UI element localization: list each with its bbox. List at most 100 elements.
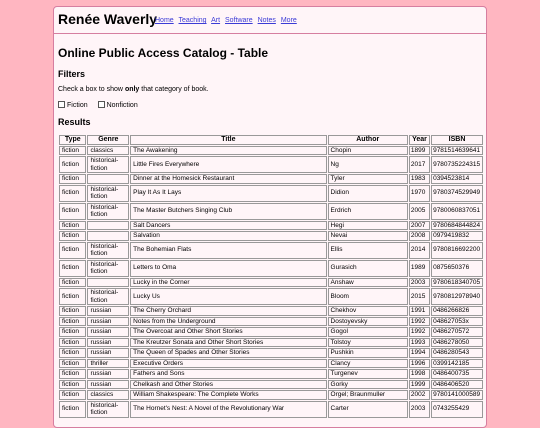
- author-cell: Dostoyevsky: [327, 316, 408, 326]
- author-cell: Bloom: [327, 288, 408, 305]
- genre-cell: russian: [87, 337, 130, 347]
- genre-cell: russian: [87, 348, 130, 358]
- title-cell: Salvation: [130, 231, 327, 241]
- author-cell: Nevai: [327, 231, 408, 241]
- type-cell: fiction: [59, 156, 87, 173]
- filters-heading: Filters: [58, 69, 86, 79]
- year-cell: 2005: [408, 202, 431, 220]
- type-cell: fiction: [59, 348, 87, 358]
- year-cell: 1996: [408, 358, 431, 368]
- title-cell: The Overcoat and Other Short Stories: [130, 327, 327, 337]
- isbn-cell: 0394523814: [431, 174, 483, 184]
- main-content: Online Public Access Catalog - Table Fil…: [54, 46, 486, 419]
- title-cell: Lucky Us: [130, 288, 327, 305]
- isbn-cell: 9780618340705: [431, 277, 483, 287]
- year-cell: 1970: [408, 184, 431, 202]
- nav-link-software[interactable]: Software: [225, 17, 253, 24]
- type-cell: fiction: [59, 184, 87, 202]
- author-cell: Chopin: [327, 145, 408, 155]
- table-row: fiction thriller Executive Orders Clancy 199…: [59, 358, 483, 368]
- column-header-genre: Genre: [87, 135, 130, 145]
- table-row: fiction Salvation Nevai 2008 0979419832: [59, 231, 483, 241]
- genre-cell: classics: [87, 390, 130, 400]
- year-cell: 2002: [408, 390, 431, 400]
- genre-cell: historical-fiction: [87, 400, 130, 418]
- results-table: Type Genre Title Author Year ISBN fictio…: [58, 134, 484, 419]
- site-nav: Home Teaching Art Software Notes More: [155, 17, 300, 24]
- author-cell: Chekhov: [327, 306, 408, 316]
- column-header-title: Title: [130, 135, 327, 145]
- isbn-cell: 9781514639641: [431, 145, 483, 155]
- type-cell: fiction: [59, 306, 87, 316]
- author-cell: Gorky: [327, 379, 408, 389]
- page-card: Renée Waverly Home Teaching Art Software…: [53, 6, 487, 428]
- isbn-cell: 9780735224315: [431, 156, 483, 173]
- isbn-cell: 9780374529949: [431, 184, 483, 202]
- table-row: fiction historical-fiction Letters to Oma G…: [59, 259, 483, 277]
- author-cell: Orgel; Braunmuller: [327, 390, 408, 400]
- year-cell: 2007: [408, 220, 431, 230]
- author-cell: Gurasich: [327, 259, 408, 277]
- author-cell: Tolstoy: [327, 337, 408, 347]
- author-cell: Didion: [327, 184, 408, 202]
- author-cell: Tyler: [327, 174, 408, 184]
- nav-link-home[interactable]: Home: [155, 17, 174, 24]
- site-header: Renée Waverly Home Teaching Art Software…: [54, 7, 486, 34]
- year-cell: 2008: [408, 231, 431, 241]
- type-cell: fiction: [59, 241, 87, 259]
- title-cell: The Hornet's Nest: A Novel of the Revolu…: [130, 400, 327, 418]
- author-cell: Ellis: [327, 241, 408, 259]
- nonfiction-checkbox[interactable]: [97, 101, 105, 108]
- type-cell: fiction: [59, 327, 87, 337]
- type-cell: fiction: [59, 358, 87, 368]
- isbn-cell: 0486266826: [431, 306, 483, 316]
- table-row: fiction russian The Overcoat and Other Sho…: [59, 327, 483, 337]
- fiction-filter-label: Fiction: [67, 102, 88, 109]
- genre-cell: russian: [87, 316, 130, 326]
- nav-link-teaching[interactable]: Teaching: [179, 17, 207, 24]
- title-cell: The Cherry Orchard: [130, 306, 327, 316]
- genre-cell: [87, 277, 130, 287]
- title-cell: Chelkash and Other Stories: [130, 379, 327, 389]
- table-row: fiction classics The Awakening Chopin 1899 97…: [59, 145, 483, 155]
- isbn-cell: 0486278050: [431, 337, 483, 347]
- year-cell: 2014: [408, 241, 431, 259]
- genre-cell: historical-fiction: [87, 184, 130, 202]
- title-cell: The Kreutzer Sonata and Other Short Stor…: [130, 337, 327, 347]
- table-row: fiction russian Fathers and Sons Turgenev 19…: [59, 369, 483, 379]
- genre-cell: historical-fiction: [87, 259, 130, 277]
- nav-link-notes[interactable]: Notes: [258, 17, 276, 24]
- genre-cell: [87, 174, 130, 184]
- year-cell: 2003: [408, 277, 431, 287]
- genre-cell: thriller: [87, 358, 130, 368]
- year-cell: 1992: [408, 316, 431, 326]
- nonfiction-filter[interactable]: Nonfiction: [97, 101, 138, 109]
- title-cell: Little Fires Everywhere: [130, 156, 327, 173]
- year-cell: 2015: [408, 288, 431, 305]
- fiction-checkbox[interactable]: [58, 101, 65, 108]
- genre-cell: [87, 231, 130, 241]
- nav-link-art[interactable]: Art: [211, 17, 220, 24]
- isbn-cell: 048627053x: [431, 316, 483, 326]
- type-cell: fiction: [59, 400, 87, 418]
- title-cell: The Awakening: [130, 145, 327, 155]
- table-row: fiction historical-fiction Play It As It L…: [59, 184, 483, 202]
- type-cell: fiction: [59, 337, 87, 347]
- title-cell: Salt Dancers: [130, 220, 327, 230]
- year-cell: 1899: [408, 145, 431, 155]
- table-row: fiction russian Notes from the Underground…: [59, 316, 483, 326]
- title-cell: Lucky in the Corner: [130, 277, 327, 287]
- type-cell: fiction: [59, 231, 87, 241]
- author-cell: Hegi: [327, 220, 408, 230]
- type-cell: fiction: [59, 259, 87, 277]
- type-cell: fiction: [59, 174, 87, 184]
- author-cell: Pushkin: [327, 348, 408, 358]
- table-body: fiction classics The Awakening Chopin 1899 97…: [59, 145, 483, 418]
- table-row: fiction Dinner at the Homesick Restaurant…: [59, 174, 483, 184]
- table-row: fiction historical-fiction The Hornet's Ne…: [59, 400, 483, 418]
- table-row: fiction historical-fiction The Master Butc…: [59, 202, 483, 220]
- table-row: fiction russian The Kreutzer Sonata and Ot…: [59, 337, 483, 347]
- nav-link-more[interactable]: More: [281, 17, 297, 24]
- year-cell: 1991: [408, 306, 431, 316]
- fiction-filter[interactable]: Fiction: [58, 101, 88, 109]
